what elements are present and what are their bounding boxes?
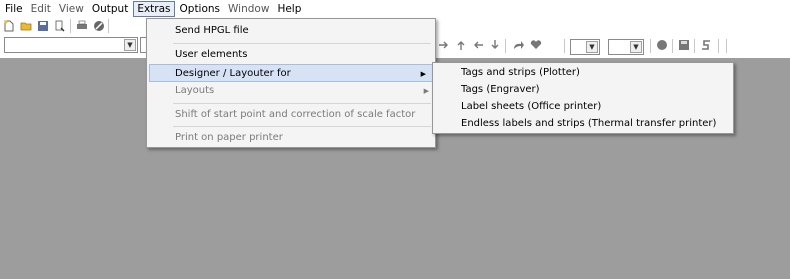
menu-separator	[173, 43, 431, 44]
menu-options[interactable]: Options	[177, 1, 224, 17]
toolbar-separator	[70, 19, 71, 33]
submenu-item-label-sheets[interactable]: Label sheets (Office printer)	[433, 98, 733, 115]
menu-window[interactable]: Window	[225, 1, 272, 17]
submenu-item-label: Endless labels and strips (Thermal trans…	[461, 118, 717, 129]
submenu-item-tags-engraver[interactable]: Tags (Engraver)	[433, 81, 733, 98]
arrow-up-icon[interactable]	[455, 39, 467, 51]
menu-item-user-elements[interactable]: User elements	[147, 46, 435, 64]
menu-view[interactable]: View	[56, 1, 87, 17]
menu-output[interactable]: Output	[89, 1, 131, 17]
heart-icon[interactable]	[530, 39, 542, 51]
toolbar-separator	[726, 39, 727, 53]
arrow-left-icon[interactable]	[472, 39, 484, 51]
chevron-down-icon[interactable]: ▼	[630, 41, 642, 53]
record-icon[interactable]	[656, 39, 668, 51]
print-icon[interactable]	[76, 20, 88, 32]
extras-menu: Send HPGL file User elements Designer / …	[146, 18, 436, 148]
menu-item-shift-start-point[interactable]: Shift of start point and correction of s…	[147, 106, 435, 124]
designer-submenu: Tags and strips (Plotter) Tags (Engraver…	[432, 62, 734, 134]
submenu-item-label: Label sheets (Office printer)	[461, 101, 602, 112]
arrow-right-icon[interactable]	[438, 39, 450, 51]
chevron-down-icon[interactable]: ▼	[124, 39, 136, 51]
menu-item-label: Print on paper printer	[175, 132, 283, 143]
open-folder-icon[interactable]	[20, 20, 32, 32]
font-combo[interactable]: ▼	[4, 37, 138, 53]
submenu-arrow-icon: ▶	[423, 87, 429, 95]
menu-item-label: Shift of start point and correction of s…	[175, 109, 416, 120]
toolbar-separator	[505, 39, 506, 53]
menu-item-label: User elements	[175, 49, 248, 60]
menu-separator	[173, 103, 431, 104]
submenu-item-label: Tags and strips (Plotter)	[461, 67, 580, 78]
undo-icon[interactable]	[700, 39, 712, 51]
menu-item-label: Layouts	[175, 85, 215, 96]
menu-item-print-paper[interactable]: Print on paper printer	[147, 129, 435, 147]
toolbar-separator	[564, 39, 565, 53]
menu-file[interactable]: File	[2, 1, 26, 17]
print-preview-icon[interactable]	[54, 20, 66, 32]
submenu-arrow-icon: ▶	[420, 70, 426, 78]
menu-item-label: Send HPGL file	[175, 25, 249, 36]
unit-combo[interactable]: ▼	[570, 39, 600, 55]
menu-item-label: Designer / Layouter for	[175, 68, 291, 79]
toolbar-separator	[694, 39, 695, 53]
menu-separator	[173, 126, 431, 127]
new-file-icon[interactable]	[3, 20, 15, 32]
menu-edit[interactable]: Edit	[28, 1, 54, 17]
menu-item-send-hpgl[interactable]: Send HPGL file	[147, 22, 435, 40]
save-icon[interactable]	[37, 20, 49, 32]
zoom-combo[interactable]: ▼	[608, 39, 644, 55]
stop-icon[interactable]	[93, 20, 105, 32]
arrow-down-icon[interactable]	[489, 39, 501, 51]
toolbar-separator	[672, 39, 673, 53]
menu-help[interactable]: Help	[274, 1, 304, 17]
save-disk-icon[interactable]	[678, 39, 690, 51]
menu-item-layouts[interactable]: Layouts ▶	[147, 82, 435, 100]
menu-extras[interactable]: Extras	[133, 1, 175, 17]
submenu-item-endless-labels[interactable]: Endless labels and strips (Thermal trans…	[433, 115, 733, 132]
chevron-down-icon[interactable]: ▼	[586, 41, 598, 53]
menu-bar: File Edit View Output Extras Options Win…	[0, 0, 790, 18]
submenu-item-tags-plotter[interactable]: Tags and strips (Plotter)	[433, 64, 733, 81]
redo-icon[interactable]	[512, 39, 524, 51]
toolbar-separator	[108, 19, 109, 33]
submenu-item-label: Tags (Engraver)	[461, 84, 540, 95]
menu-item-designer-layouter[interactable]: Designer / Layouter for ▶	[149, 64, 433, 82]
toolbar-separator	[650, 39, 651, 53]
toolbar-separator	[718, 39, 719, 53]
